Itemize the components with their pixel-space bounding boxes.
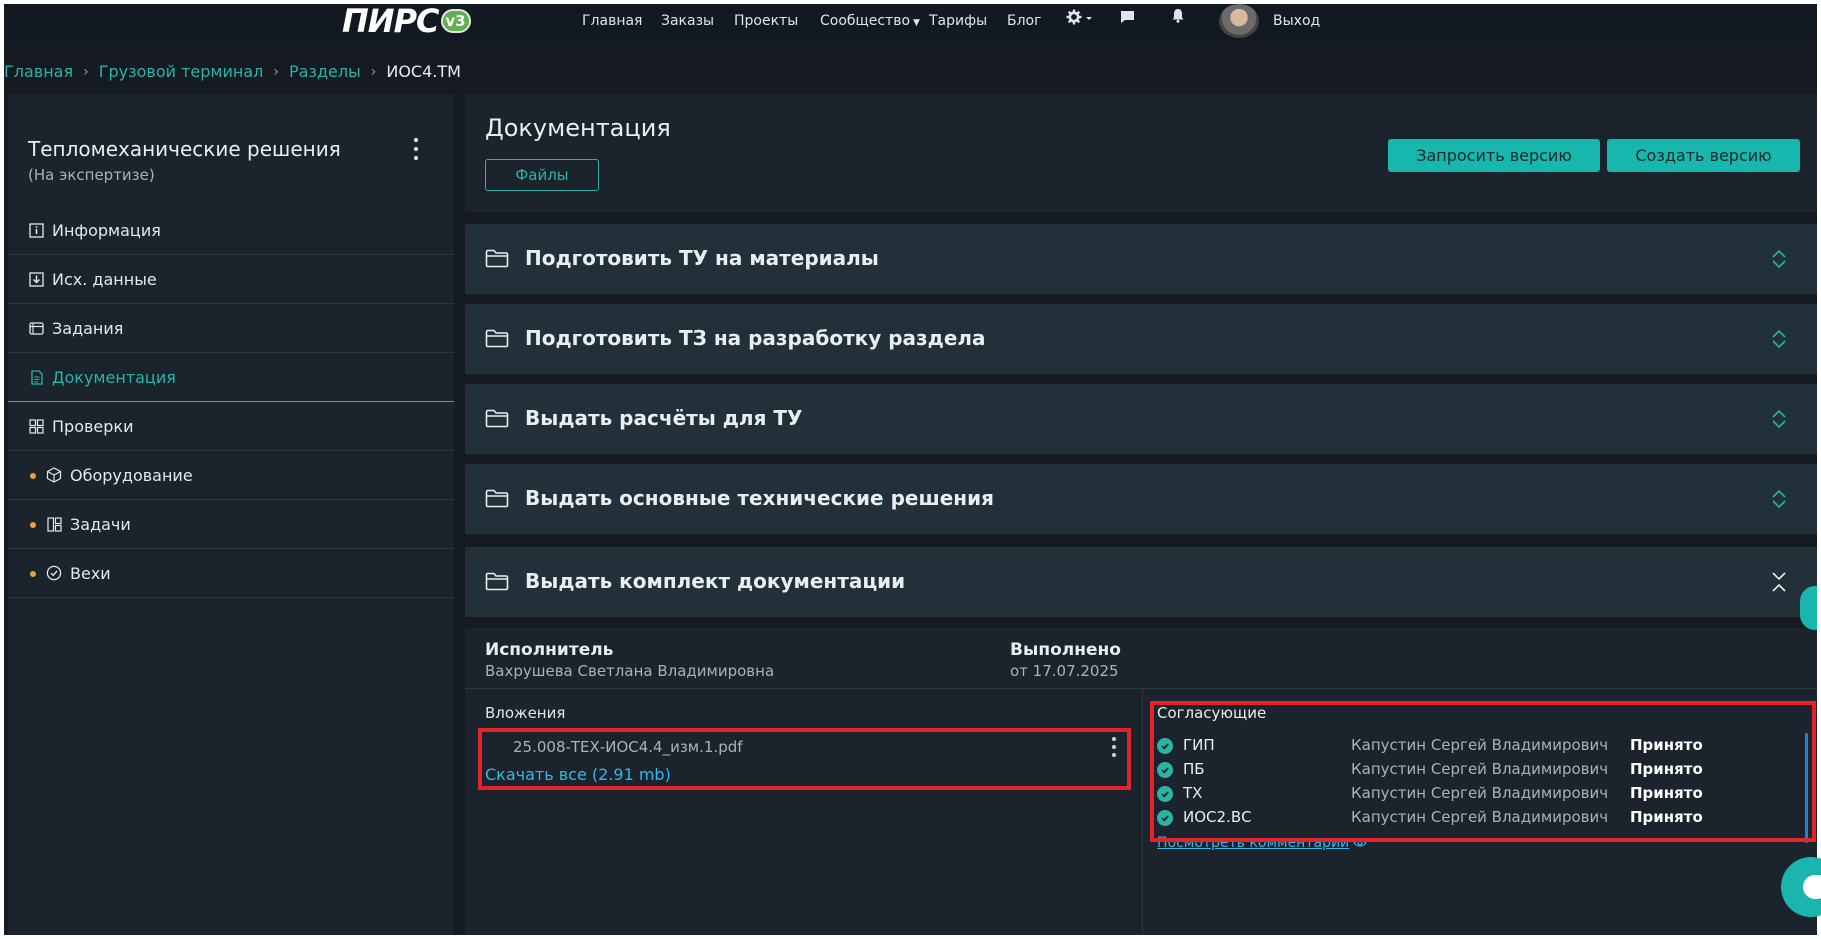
- accordion-item[interactable]: Подготовить ТЗ на разработку раздела: [465, 304, 1817, 374]
- accordion-title: Выдать основные технические решения: [525, 486, 994, 510]
- box-icon: [46, 467, 62, 483]
- accordion-title: Выдать комплект документации: [525, 569, 906, 593]
- chevron-down-icon: ▼: [913, 18, 920, 28]
- logo-version-badge: v3: [440, 9, 471, 33]
- breadcrumb: Главная › Грузовой терминал › Разделы › …: [4, 62, 461, 81]
- done-date: от 17.07.2025: [1010, 662, 1119, 680]
- nav-home[interactable]: Главная: [582, 11, 642, 31]
- folder-icon: [485, 572, 509, 595]
- column-divider: [1142, 689, 1143, 935]
- notification-dot: [30, 571, 36, 577]
- sidebar-item-label: Задания: [52, 318, 124, 338]
- gear-icon[interactable]: [1066, 9, 1094, 29]
- sidebar-item-source-data[interactable]: Исх. данные: [8, 255, 454, 304]
- breadcrumb-current: ИОС4.ТМ: [386, 62, 461, 81]
- sidebar-item-milestones[interactable]: Вехи: [8, 549, 454, 598]
- notification-dot: [30, 473, 36, 479]
- folder-icon: [485, 249, 509, 272]
- expand-toggle-icon[interactable]: [1771, 488, 1787, 514]
- chevron-right-icon: ›: [370, 63, 377, 80]
- sidebar-item-equipment[interactable]: Оборудование: [8, 451, 454, 500]
- sidebar-item-label: Оборудование: [70, 465, 193, 485]
- highlight-box: [1150, 701, 1816, 842]
- top-navbar: ПИРС v3 Главная Заказы Проекты Сообществ…: [4, 4, 1817, 44]
- bell-icon[interactable]: [1171, 8, 1185, 27]
- collapse-toggle-icon[interactable]: [1771, 571, 1787, 597]
- folder-icon: [485, 329, 509, 352]
- done-label: Выполнено: [1010, 640, 1121, 660]
- more-vertical-icon[interactable]: [412, 138, 420, 160]
- sidebar-item-tasks[interactable]: Задачи: [8, 500, 454, 549]
- nav-blog[interactable]: Блог: [1007, 11, 1041, 31]
- nav-orders[interactable]: Заказы: [661, 11, 714, 31]
- sidebar-item-label: Проверки: [52, 416, 134, 436]
- tasks-icon: [28, 320, 44, 336]
- sidebar-item-label: Задачи: [70, 514, 131, 534]
- board-icon: [46, 516, 62, 532]
- folder-icon: [485, 489, 509, 512]
- attachments-label: Вложения: [485, 704, 566, 722]
- floating-side-button[interactable]: [1800, 586, 1817, 630]
- sidebar-item-documentation[interactable]: Документация: [8, 353, 454, 402]
- breadcrumb-home[interactable]: Главная: [4, 62, 73, 81]
- sidebar-item-info[interactable]: Информация: [8, 206, 454, 255]
- chat-icon[interactable]: [1120, 9, 1135, 28]
- sidebar-item-label: Документация: [52, 367, 176, 387]
- chevron-right-icon: ›: [273, 63, 279, 80]
- sidebar-item-checks[interactable]: Проверки: [8, 402, 454, 451]
- executor-name: Вахрушева Светлана Владимировна: [485, 662, 775, 680]
- document-icon: [28, 369, 44, 385]
- sidebar-item-label: Вехи: [70, 563, 111, 583]
- accordion-item[interactable]: Выдать основные технические решения: [465, 464, 1817, 534]
- divider: [465, 688, 1817, 689]
- check-circle-icon: [46, 565, 62, 581]
- sidebar: Тепломеханические решения (На экспертизе…: [8, 94, 454, 935]
- nav-community[interactable]: Сообщество ▼: [820, 11, 920, 33]
- sidebar-item-label: Исх. данные: [52, 269, 157, 289]
- breadcrumb-project[interactable]: Грузовой терминал: [99, 62, 264, 81]
- grid-icon: [28, 418, 44, 434]
- page-title: Документация: [485, 114, 671, 142]
- logo[interactable]: ПИРС v3: [342, 4, 471, 40]
- documentation-header: Документация Файлы Запросить версию Созд…: [465, 94, 1817, 212]
- expand-toggle-icon[interactable]: [1771, 328, 1787, 354]
- sidebar-item-assignments[interactable]: Задания: [8, 304, 454, 353]
- folder-icon: [485, 409, 509, 432]
- logo-text: ПИРС: [342, 4, 439, 40]
- avatar[interactable]: [1219, 4, 1259, 38]
- accordion-title: Подготовить ТУ на материалы: [525, 246, 879, 270]
- logout-link[interactable]: Выход: [1273, 11, 1320, 31]
- section-status: (На экспертизе): [28, 166, 155, 184]
- accordion-item[interactable]: Подготовить ТУ на материалы: [465, 224, 1817, 294]
- download-icon: [28, 271, 44, 287]
- executor-label: Исполнитель: [485, 640, 614, 660]
- highlight-box: [478, 728, 1131, 790]
- accordion-title: Выдать расчёты для ТУ: [525, 406, 803, 430]
- expand-toggle-icon[interactable]: [1771, 408, 1787, 434]
- sidebar-item-label: Информация: [52, 220, 161, 240]
- accordion-item-expanded[interactable]: Выдать комплект документации: [465, 547, 1817, 617]
- nav-tariffs[interactable]: Тарифы: [929, 11, 987, 31]
- expand-toggle-icon[interactable]: [1771, 248, 1787, 274]
- create-version-button[interactable]: Создать версию: [1607, 139, 1800, 172]
- nav-projects[interactable]: Проекты: [734, 11, 798, 31]
- breadcrumb-sections[interactable]: Разделы: [289, 62, 361, 81]
- chevron-right-icon: ›: [83, 63, 89, 80]
- nav-community-label: Сообщество: [820, 13, 911, 29]
- notification-dot: [30, 522, 36, 528]
- accordion-title: Подготовить ТЗ на разработку раздела: [525, 326, 986, 350]
- section-title: Тепломеханические решения: [28, 137, 341, 161]
- accordion-detail: Исполнитель Вахрушева Светлана Владимиро…: [465, 628, 1817, 935]
- app-window: ПИРС v3 Главная Заказы Проекты Сообществ…: [4, 4, 1817, 935]
- request-version-button[interactable]: Запросить версию: [1388, 139, 1600, 172]
- files-button[interactable]: Файлы: [485, 159, 599, 191]
- info-icon: [28, 222, 44, 238]
- chat-bubble-icon: [1803, 875, 1821, 899]
- accordion-item[interactable]: Выдать расчёты для ТУ: [465, 384, 1817, 454]
- sidebar-menu: Информация Исх. данные Задания Документа…: [8, 206, 454, 598]
